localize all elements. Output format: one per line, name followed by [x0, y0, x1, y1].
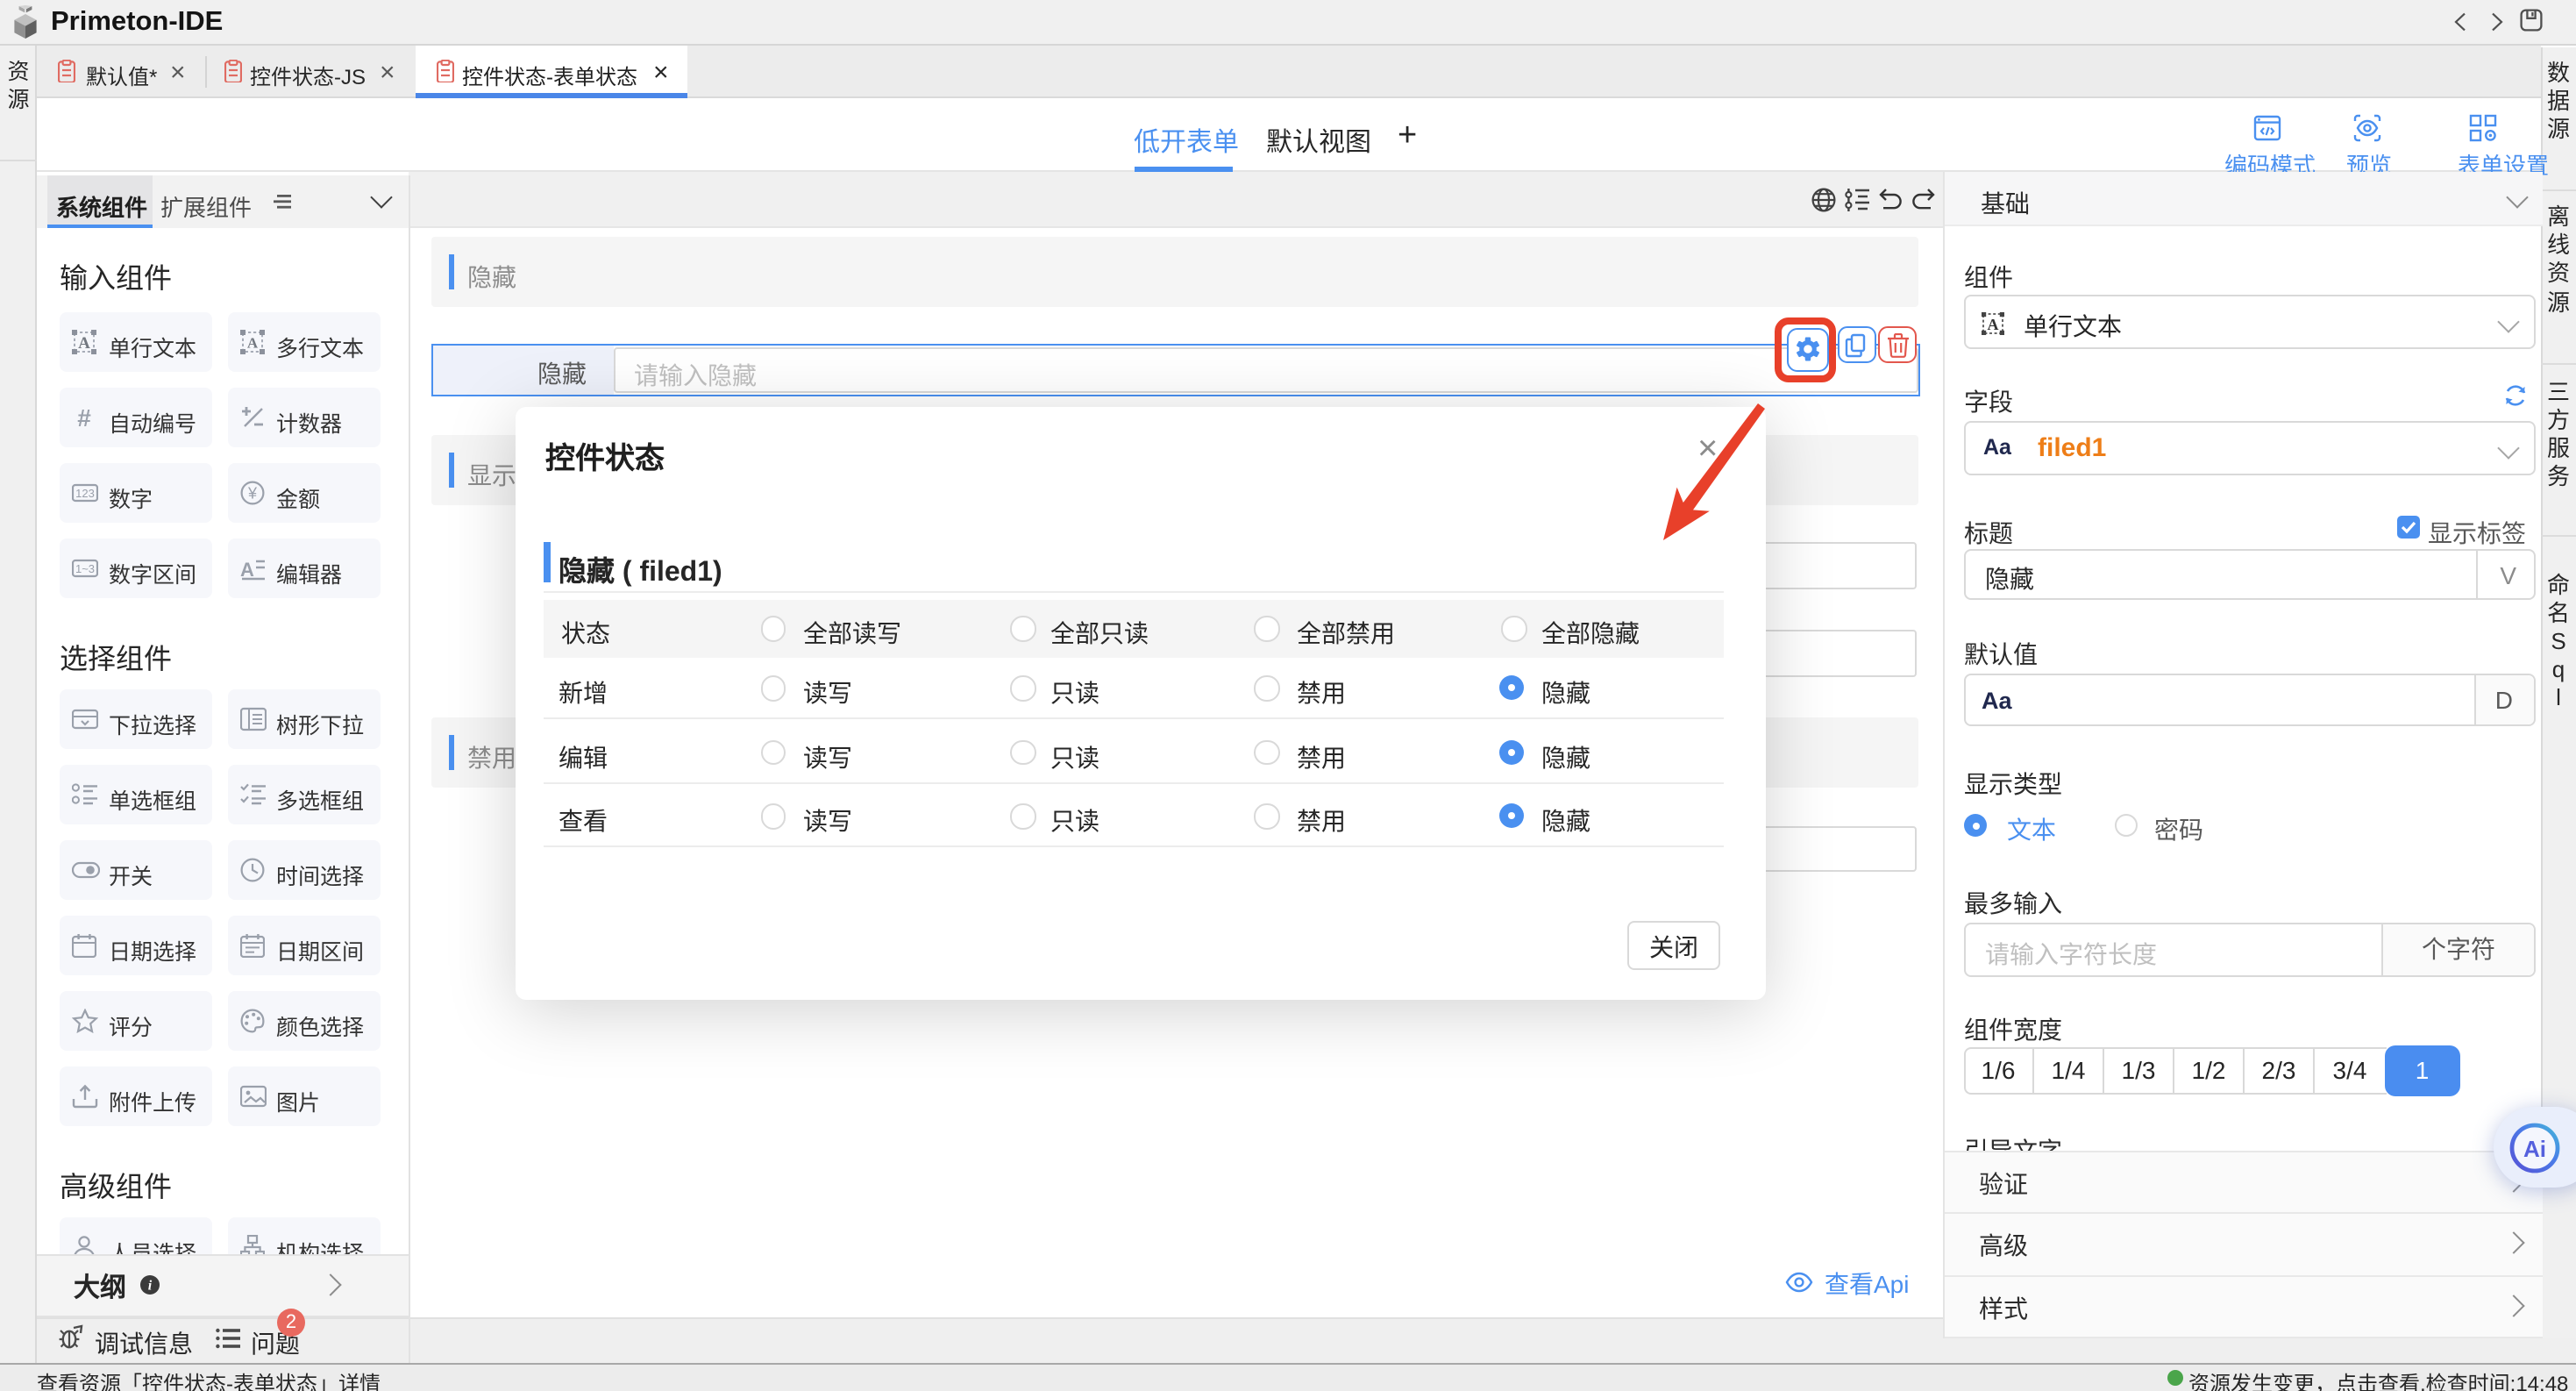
svg-text:A: A — [239, 559, 253, 581]
svg-text:i: i — [148, 1277, 153, 1292]
svg-text:A: A — [78, 334, 90, 353]
svg-text:#: # — [77, 405, 91, 430]
svg-text:Ai: Ai — [2523, 1136, 2546, 1162]
svg-text:A: A — [246, 334, 258, 351]
svg-text:123: 123 — [75, 487, 95, 500]
svg-text:¥: ¥ — [246, 485, 257, 503]
svg-text:A: A — [1988, 315, 1999, 332]
svg-text:1~3: 1~3 — [75, 562, 95, 575]
